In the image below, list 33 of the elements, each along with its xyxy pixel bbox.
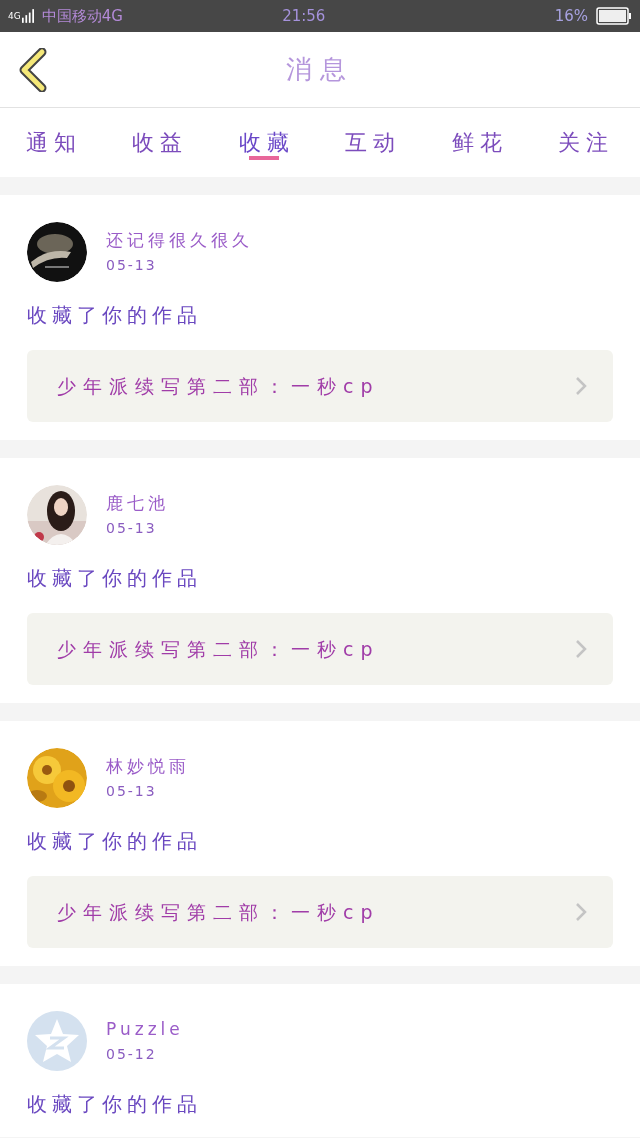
chevron-right-icon	[575, 639, 587, 659]
category-tab[interactable]: 互动	[345, 108, 402, 177]
work-link[interactable]: 少年派续写第二部：一秒cp	[27, 350, 613, 422]
carrier-name: 中国移动4G	[41, 5, 123, 27]
message-date: 05-13	[106, 782, 158, 802]
battery-icon	[596, 7, 632, 25]
action-text: 收藏了你的作品	[27, 1091, 203, 1118]
work-link[interactable]: 少年派续写第二部：一秒cp	[27, 613, 613, 685]
work-link[interactable]: 少年派续写第二部：一秒cp	[27, 876, 613, 948]
network-type: 4G	[8, 11, 21, 21]
category-tab[interactable]: 鲜花	[451, 108, 508, 177]
message-date: 05-13	[106, 519, 158, 539]
action-text: 收藏了你的作品	[27, 828, 203, 855]
message-date: 05-13	[106, 256, 158, 276]
user-name: 鹿七池	[106, 491, 169, 515]
chevron-right-icon	[575, 902, 587, 922]
category-tab[interactable]: 收藏	[238, 108, 295, 177]
category-tab[interactable]: 通知	[26, 108, 82, 177]
user-name: 还记得很久很久	[106, 228, 253, 252]
page-title: 消息	[286, 53, 354, 86]
action-text: 收藏了你的作品	[27, 565, 203, 592]
signal-icon	[21, 8, 34, 24]
clock: 21:56	[281, 5, 327, 27]
back-chevron-icon	[18, 48, 48, 92]
action-text: 收藏了你的作品	[27, 302, 203, 329]
battery-percent: 16%	[554, 5, 588, 27]
chevron-right-icon	[575, 376, 587, 396]
category-tab[interactable]: 收益	[132, 108, 189, 177]
tab-underline	[248, 156, 279, 160]
category-tab[interactable]: 关注	[557, 108, 614, 177]
message-date: 05-12	[106, 1045, 158, 1065]
user-name: 林妙悦雨	[106, 754, 190, 778]
user-name: Puzzle	[106, 1017, 184, 1041]
